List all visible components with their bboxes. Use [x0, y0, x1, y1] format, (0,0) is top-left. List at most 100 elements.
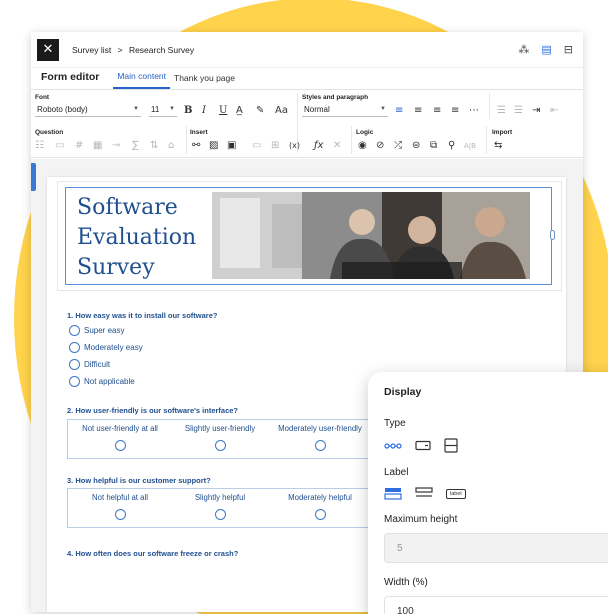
- toolbar-ribbon: Font Roboto (body) ▼ 11 ▼ B I U A̲ ✎ Aa St…: [31, 90, 583, 158]
- number-icon[interactable]: #: [75, 140, 83, 152]
- numbered-list-icon[interactable]: ☰: [514, 105, 523, 117]
- type-list-icon[interactable]: [444, 438, 458, 453]
- scale-label: Not helpful at all: [92, 493, 148, 502]
- font-family-select[interactable]: Roboto (body) ▼: [35, 105, 141, 117]
- align-right-icon[interactable]: ≡: [433, 105, 441, 117]
- survey-title[interactable]: Software Evaluation Survey: [77, 193, 202, 283]
- app-logo[interactable]: ✕: [37, 38, 59, 61]
- inbox-icon[interactable]: ⊟: [564, 43, 573, 56]
- ab-test-icon[interactable]: A|B: [464, 140, 476, 152]
- option-moderately-easy[interactable]: Moderately easy: [69, 342, 143, 353]
- sort-icon[interactable]: ⇅: [150, 140, 158, 152]
- media-icon[interactable]: ▣: [227, 140, 236, 152]
- question-group-label: Question: [35, 129, 64, 136]
- question-title: 2. How user-friendly is our software's i…: [67, 406, 238, 415]
- resize-handle[interactable]: [550, 230, 555, 240]
- scale-option[interactable]: Slightly user-friendly: [170, 424, 270, 451]
- max-height-label: Maximum height: [384, 514, 458, 525]
- radio-button[interactable]: [214, 509, 226, 520]
- scale-option[interactable]: Not helpful at all: [70, 493, 170, 520]
- hero-block[interactable]: Software Evaluation Survey: [57, 181, 562, 291]
- radio-button[interactable]: [69, 359, 80, 370]
- radio-button[interactable]: [114, 440, 126, 451]
- indent-icon[interactable]: ⇥: [532, 105, 540, 117]
- italic-icon[interactable]: I: [202, 105, 206, 117]
- highlight-icon[interactable]: ✎: [256, 105, 264, 117]
- font-size-value: 11: [151, 105, 160, 114]
- tag-icon[interactable]: ⚲: [448, 140, 455, 152]
- sum-icon[interactable]: ∑: [132, 140, 139, 152]
- breadcrumb-survey-list[interactable]: Survey list: [72, 45, 111, 55]
- radio-button[interactable]: [114, 509, 126, 520]
- list-icon[interactable]: ☷: [35, 140, 44, 152]
- type-options: [384, 438, 602, 453]
- label-top-icon[interactable]: [384, 487, 402, 500]
- width-label: Width (%): [384, 577, 428, 588]
- hero-image[interactable]: [212, 192, 530, 279]
- eye-off-icon[interactable]: ⊘: [376, 140, 384, 152]
- import-icon[interactable]: ⇆: [494, 140, 502, 152]
- option-label: Not applicable: [84, 377, 135, 386]
- font-size-select[interactable]: 11 ▼: [149, 105, 177, 117]
- separator: [489, 93, 490, 119]
- type-scale-icon[interactable]: [384, 442, 402, 450]
- radio-button[interactable]: [314, 509, 326, 520]
- variable-icon[interactable]: (x): [289, 140, 300, 152]
- table-icon[interactable]: ⊞: [271, 140, 279, 152]
- radio-button[interactable]: [69, 376, 80, 387]
- option-super-easy[interactable]: Super easy: [69, 325, 124, 336]
- copy-icon[interactable]: ⧉: [430, 140, 437, 152]
- breadcrumb-current: Research Survey: [128, 44, 195, 55]
- frame-icon[interactable]: ▭: [252, 140, 261, 152]
- label-inline-icon[interactable]: [415, 487, 433, 500]
- bullet-list-icon[interactable]: ☰: [497, 105, 506, 117]
- more-options-icon[interactable]: ⋯: [469, 105, 479, 117]
- text-field-icon[interactable]: ▭: [55, 140, 64, 152]
- scale-option[interactable]: Moderately user-friendly: [270, 424, 370, 451]
- paragraph-style-select[interactable]: Normal ▼: [302, 105, 388, 117]
- chevron-down-icon: ▼: [169, 106, 175, 112]
- remove-icon[interactable]: ✕: [333, 140, 341, 152]
- font-family-value: Roboto (body): [37, 105, 88, 114]
- split-icon[interactable]: ⊜: [412, 140, 420, 152]
- radio-button[interactable]: [214, 440, 226, 451]
- image-icon[interactable]: ▨: [209, 140, 218, 152]
- radio-button[interactable]: [314, 440, 326, 451]
- question-title: 3. How helpful is our customer support?: [67, 476, 211, 485]
- label-badge-icon[interactable]: label: [446, 488, 466, 499]
- function-icon[interactable]: ƒx: [314, 140, 323, 152]
- link-icon[interactable]: ⚯: [192, 140, 200, 152]
- radio-button[interactable]: [69, 342, 80, 353]
- type-label: Type: [384, 418, 406, 429]
- side-panel-toggle[interactable]: [31, 163, 36, 191]
- align-center-icon[interactable]: ≡: [414, 105, 422, 117]
- scale-option[interactable]: Not user-friendly at all: [70, 424, 170, 451]
- option-not-applicable[interactable]: Not applicable: [69, 376, 135, 387]
- tab-main-content[interactable]: Main content: [113, 71, 171, 89]
- people-icon[interactable]: ⁂: [518, 43, 529, 56]
- type-dropdown-icon[interactable]: [415, 440, 431, 451]
- document-icon[interactable]: ▤: [541, 43, 551, 56]
- shuffle-icon[interactable]: ⤮: [394, 140, 402, 152]
- option-difficult[interactable]: Difficult: [69, 359, 110, 370]
- slider-icon[interactable]: ⊸: [112, 140, 120, 152]
- outdent-icon[interactable]: ⇤: [550, 105, 558, 117]
- separator: [486, 126, 487, 154]
- scale-option[interactable]: Slightly helpful: [170, 493, 270, 520]
- scale-label: Slightly user-friendly: [184, 424, 256, 433]
- align-left-icon[interactable]: ≡: [395, 105, 403, 117]
- bold-icon[interactable]: B: [184, 105, 192, 117]
- radio-button[interactable]: [69, 325, 80, 336]
- option-label: Moderately easy: [84, 343, 143, 352]
- underline-icon[interactable]: U: [219, 105, 227, 117]
- tab-thank-you-page[interactable]: Thank you page: [170, 73, 239, 89]
- max-height-input[interactable]: 5: [384, 533, 608, 563]
- justify-icon[interactable]: ≡: [451, 105, 459, 117]
- scale-option[interactable]: Moderately helpful: [270, 493, 370, 520]
- text-color-icon[interactable]: A̲: [236, 105, 243, 117]
- date-icon[interactable]: ▦: [93, 140, 102, 152]
- text-case-icon[interactable]: Aa: [275, 105, 288, 117]
- location-icon[interactable]: ⌂: [168, 140, 174, 152]
- eye-icon[interactable]: ◉: [358, 140, 367, 152]
- width-input[interactable]: 100: [384, 596, 608, 614]
